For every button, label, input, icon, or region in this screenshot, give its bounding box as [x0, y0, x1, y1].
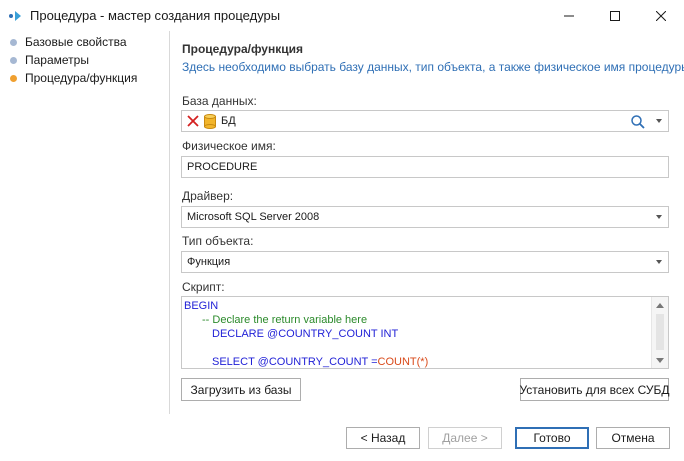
maximize-icon: [610, 10, 620, 21]
step-done-dot-icon: [10, 56, 17, 64]
chevron-down-icon: [656, 215, 662, 219]
code-func-count: COUNT: [377, 356, 417, 368]
chevron-down-icon: [656, 357, 664, 363]
page-description: Здесь необходимо выбрать базу данных, ти…: [182, 60, 684, 74]
chevron-down-icon: [656, 260, 662, 264]
set-for-all-dbms-button[interactable]: Установить для всех СУБД: [519, 378, 670, 401]
code-keyword-declare: DECLARE: [212, 328, 264, 340]
wizard-steps-sidebar: Базовые свойства Параметры Процедура/фун…: [0, 31, 170, 414]
minimize-button[interactable]: [546, 0, 592, 31]
scroll-up-button[interactable]: [654, 298, 666, 312]
wizard-app-icon: [9, 11, 21, 21]
code-select-var: @COUNTRY_COUNT =: [254, 356, 378, 368]
maximize-button[interactable]: [592, 0, 638, 31]
script-label: Скрипт:: [182, 280, 225, 294]
step-label: Параметры: [25, 53, 89, 67]
clear-x-icon[interactable]: [186, 114, 200, 128]
title-bar: Процедура - мастер создания процедуры: [0, 0, 684, 31]
back-button[interactable]: < Назад: [346, 427, 420, 449]
script-editor[interactable]: BEGIN -- Declare the return variable her…: [181, 296, 669, 369]
database-label: База данных:: [182, 94, 257, 108]
next-button[interactable]: Далее >: [428, 427, 502, 449]
chevron-down-icon[interactable]: [656, 119, 662, 123]
step-label: Процедура/функция: [25, 71, 138, 85]
database-value: БД: [221, 115, 236, 127]
close-icon: [656, 10, 666, 21]
page-title: Процедура/функция: [182, 42, 303, 56]
code-declare-rest: @COUNTRY_COUNT INT: [263, 328, 399, 340]
step-done-dot-icon: [10, 38, 17, 46]
code-func-args: (*): [416, 356, 429, 368]
step-basic-properties[interactable]: Базовые свойства: [10, 34, 127, 50]
physical-name-label: Физическое имя:: [182, 139, 276, 153]
done-button[interactable]: Готово: [515, 427, 589, 449]
physical-name-input[interactable]: PROCEDURE: [181, 156, 669, 178]
minimize-icon: [564, 15, 574, 16]
scroll-down-button[interactable]: [654, 353, 666, 367]
object-type-select[interactable]: Функция: [181, 251, 669, 273]
code-line-begin: BEGIN: [184, 300, 219, 312]
step-label: Базовые свойства: [25, 35, 127, 49]
script-scrollbar[interactable]: [651, 297, 668, 368]
step-procedure-function[interactable]: Процедура/функция: [10, 70, 137, 86]
object-type-label: Тип объекта:: [182, 234, 254, 248]
code-line-comment: -- Declare the return variable here: [202, 314, 368, 326]
window-title: Процедура - мастер создания процедуры: [30, 8, 281, 23]
search-icon[interactable]: [630, 114, 646, 130]
script-code: BEGIN -- Declare the return variable her…: [184, 299, 429, 368]
close-button[interactable]: [638, 0, 684, 31]
step-active-dot-icon: [10, 74, 17, 82]
scroll-thumb[interactable]: [656, 314, 664, 350]
code-keyword-select: SELECT: [212, 356, 255, 368]
driver-select[interactable]: Microsoft SQL Server 2008: [181, 206, 669, 228]
cancel-button[interactable]: Отмена: [596, 427, 670, 449]
driver-label: Драйвер:: [182, 189, 234, 203]
main-panel: Процедура/функция Здесь необходимо выбра…: [171, 31, 684, 414]
database-icon: [204, 113, 216, 129]
step-parameters[interactable]: Параметры: [10, 52, 89, 68]
chevron-up-icon: [656, 302, 664, 308]
object-type-value: Функция: [187, 256, 231, 268]
driver-value: Microsoft SQL Server 2008: [187, 211, 320, 223]
physical-name-value: PROCEDURE: [187, 161, 258, 173]
database-selector[interactable]: БД: [181, 110, 669, 132]
load-from-db-button[interactable]: Загрузить из базы: [181, 378, 301, 401]
